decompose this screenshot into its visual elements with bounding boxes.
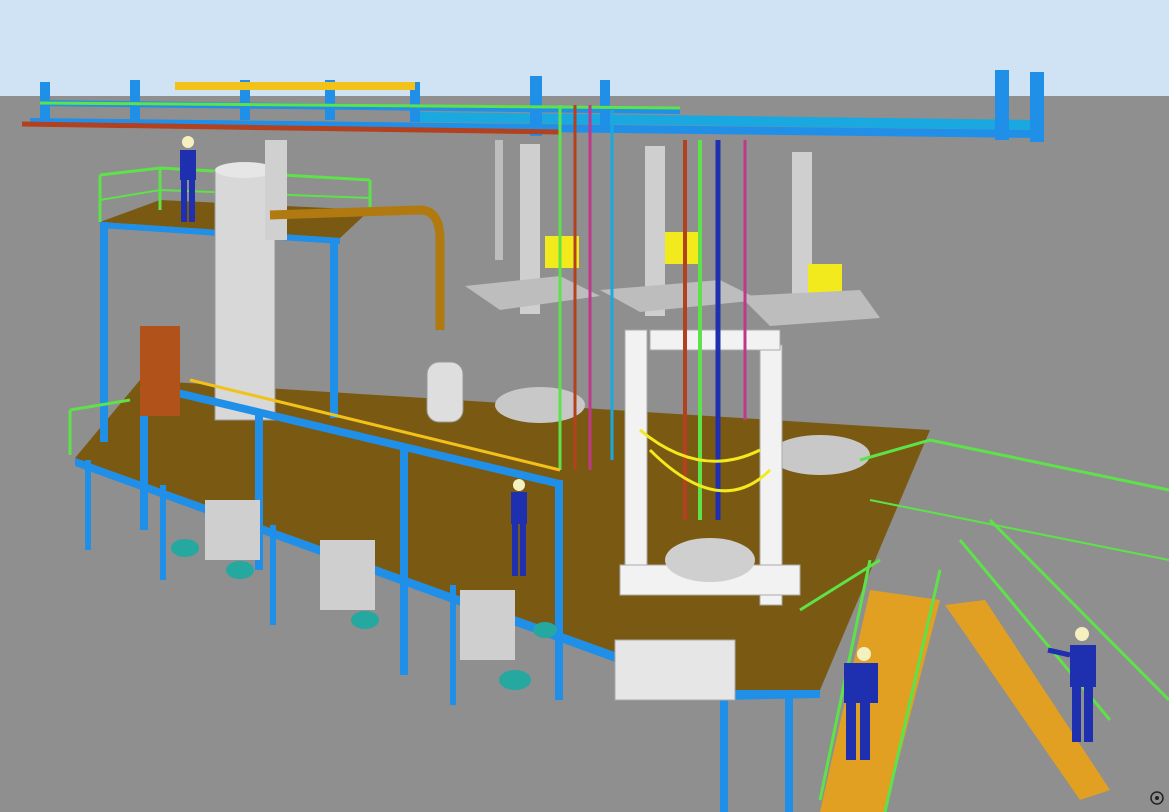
- camera-view-icon[interactable]: [1148, 789, 1166, 807]
- plant-3d-view[interactable]: [0, 0, 1169, 812]
- sky: [0, 0, 1169, 96]
- enclosure-door: [140, 326, 180, 416]
